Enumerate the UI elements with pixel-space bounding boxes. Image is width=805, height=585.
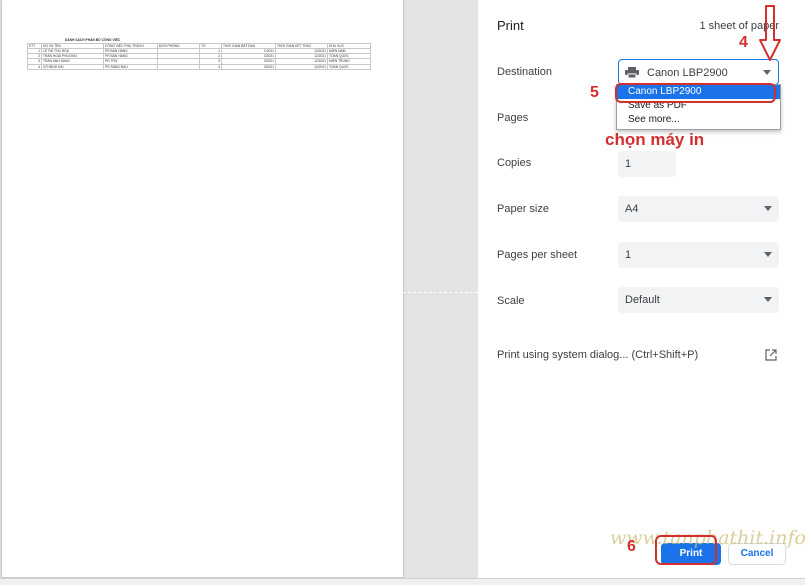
destination-option-see-more[interactable]: See more...	[617, 113, 780, 127]
pages-per-sheet-select[interactable]: 1	[618, 242, 779, 268]
table-cell: 4	[27, 63, 42, 71]
system-dialog-link[interactable]: Print using system dialog... (Ctrl+Shift…	[497, 349, 698, 361]
chevron-down-icon	[764, 206, 772, 211]
scale-select[interactable]: Default	[618, 287, 779, 313]
pages-label: Pages	[497, 112, 529, 124]
printer-icon	[625, 67, 639, 78]
scale-label: Scale	[497, 295, 525, 307]
chevron-down-icon	[764, 252, 772, 257]
preview-table: DANH SÁCH PHÂN BỔ CÔNG VIỆC STT HỌ VÀ TÊ…	[27, 37, 372, 71]
bottom-strip	[0, 578, 805, 585]
chevron-down-icon	[763, 70, 771, 75]
table-row: 4 VÕ MINH HẢI PR SẢNG ĐẦU 4 3/2021 12/20…	[27, 63, 372, 71]
paper-size-value: A4	[625, 203, 639, 215]
preview-page: DANH SÁCH PHÂN BỔ CÔNG VIỆC STT HỌ VÀ TÊ…	[2, 0, 403, 577]
copies-label: Copies	[497, 157, 532, 169]
annotation-step-4: 4	[739, 34, 748, 51]
chevron-down-icon	[764, 297, 772, 302]
destination-select[interactable]: Canon LBP2900	[618, 59, 779, 85]
table-cell	[157, 63, 200, 71]
table-cell: VÕ MINH HẢI	[41, 63, 104, 71]
annotation-highlight-printer	[615, 83, 776, 103]
print-preview: DANH SÁCH PHÂN BỔ CÔNG VIỆC STT HỌ VÀ TÊ…	[0, 0, 478, 585]
table-cell: 3/2021	[221, 63, 276, 71]
page-divider	[403, 292, 478, 293]
table-cell: 4	[199, 63, 222, 71]
paper-size-label: Paper size	[497, 203, 549, 215]
annotation-note: chọn máy in	[605, 130, 705, 149]
open-external-icon[interactable]	[765, 349, 777, 361]
annotation-highlight-print	[655, 535, 717, 565]
annotation-step-6: 6	[627, 538, 636, 555]
destination-value: Canon LBP2900	[647, 67, 728, 79]
table-cell: 12/2021	[275, 63, 328, 71]
copies-input[interactable]: 1	[618, 151, 676, 177]
destination-label: Destination	[497, 66, 553, 78]
dialog-title: Print	[497, 18, 524, 33]
paper-size-select[interactable]: A4	[618, 196, 779, 222]
annotation-step-5: 5	[590, 84, 599, 101]
table-cell: TOÀN QUỐC	[326, 63, 372, 71]
annotation-arrow-icon	[759, 5, 781, 61]
table-cell: PR SẢNG ĐẦU	[103, 63, 158, 71]
pages-per-sheet-label: Pages per sheet	[497, 249, 578, 261]
pages-per-sheet-value: 1	[625, 249, 632, 261]
scale-value: Default	[625, 294, 660, 306]
